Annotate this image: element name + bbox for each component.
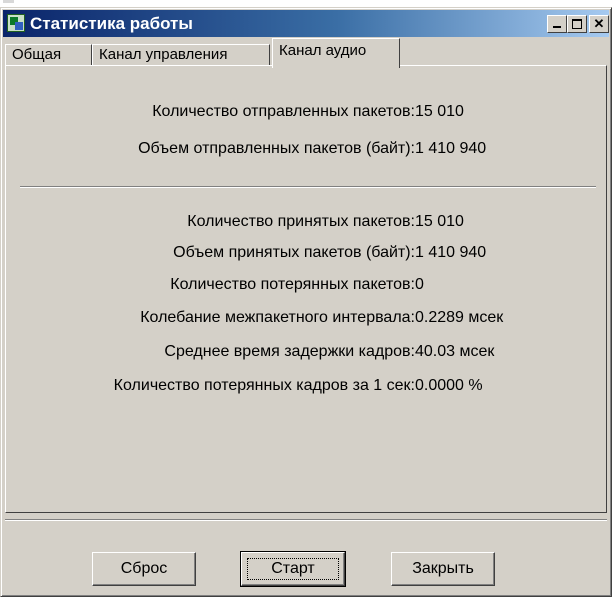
stat-row: Среднее время задержки кадров: 40.03 мсе… <box>6 342 608 362</box>
stat-label: Количество отправленных пакетов: <box>152 103 415 120</box>
stat-label: Среднее время задержки кадров: <box>164 343 415 360</box>
tab-strip: Общая Канал управления Канал аудио <box>5 38 605 68</box>
close-button[interactable]: ✕ <box>589 15 609 33</box>
stat-value: 40.03 мсек <box>415 343 495 360</box>
stat-label: Объем принятых пакетов (байт): <box>173 244 415 261</box>
focus-rect <box>247 558 339 580</box>
tab-audio-channel[interactable]: Канал аудио <box>272 38 400 68</box>
title-bar[interactable]: Статистика работы ✕ <box>3 10 609 37</box>
screen-fragment <box>3 0 14 3</box>
stat-value: 1 410 940 <box>415 244 487 261</box>
statistics-window: Статистика работы ✕ Общая Канал управлен… <box>0 7 612 597</box>
close-dialog-button[interactable]: Закрыть <box>391 552 495 586</box>
stat-row: Количество принятых пакетов: 15 010 <box>6 212 608 232</box>
stat-label: Объем отправленных пакетов (байт): <box>138 140 415 157</box>
stat-value: 1 410 940 <box>415 140 487 157</box>
start-button[interactable]: Старт <box>240 551 346 587</box>
section-divider <box>20 186 596 188</box>
close-icon: ✕ <box>593 16 605 31</box>
audio-channel-panel: Количество отправленных пакетов: 15 010 … <box>5 65 607 513</box>
stat-label: Количество потерянных кадров за 1 сек: <box>113 377 415 394</box>
stat-label: Количество принятых пакетов: <box>187 213 415 230</box>
stat-row: Количество потерянных пакетов: 0 <box>6 275 608 295</box>
maximize-button[interactable] <box>567 15 587 33</box>
stat-row: Объем принятых пакетов (байт): 1 410 940 <box>6 243 608 263</box>
stat-row: Количество отправленных пакетов: 15 010 <box>6 102 608 122</box>
stat-label: Колебание межпакетного интервала: <box>140 309 415 326</box>
tab-control-channel[interactable]: Канал управления <box>92 44 270 66</box>
stat-row: Колебание межпакетного интервала: 0.2289… <box>6 308 608 328</box>
stat-value: 15 010 <box>415 213 464 230</box>
stat-value: 0 <box>415 276 424 293</box>
stat-label: Количество потерянных пакетов: <box>170 276 415 293</box>
window-title: Статистика работы <box>30 14 193 33</box>
minimize-icon <box>553 26 561 28</box>
minimize-button[interactable] <box>547 15 567 33</box>
stat-value: 15 010 <box>415 103 464 120</box>
stat-row: Количество потерянных кадров за 1 сек: 0… <box>6 376 608 396</box>
tab-general[interactable]: Общая <box>5 44 92 66</box>
stat-value: 0.2289 мсек <box>415 309 504 326</box>
app-stats-icon <box>7 14 25 32</box>
stat-row: Объем отправленных пакетов (байт): 1 410… <box>6 139 608 159</box>
maximize-icon <box>572 19 582 29</box>
footer-divider <box>5 519 607 521</box>
stat-value: 0.0000 % <box>415 377 483 394</box>
reset-button[interactable]: Сброс <box>92 552 196 586</box>
